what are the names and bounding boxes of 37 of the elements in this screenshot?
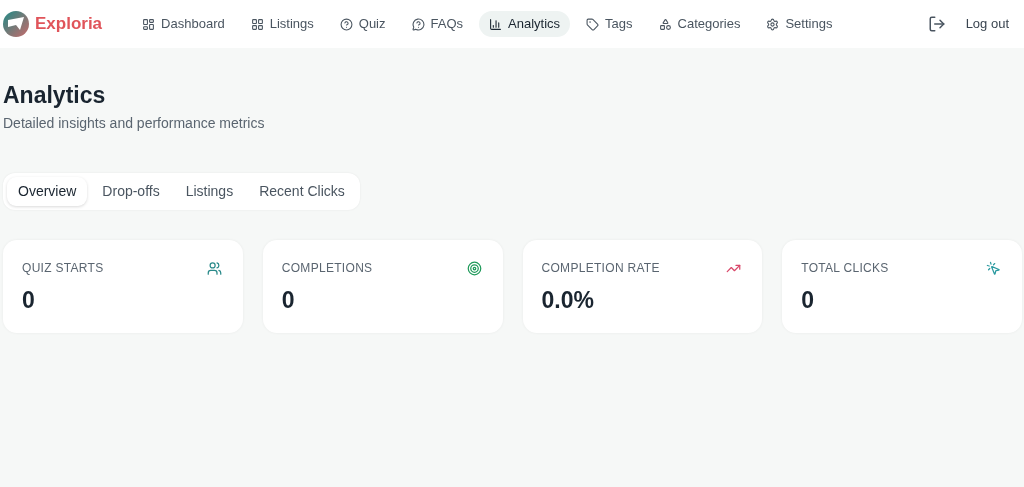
stat-value: 0 <box>801 286 816 315</box>
stat-label: QUIZ STARTS <box>22 260 104 277</box>
stat-label: COMPLETION RATE <box>541 260 660 277</box>
settings-icon <box>766 17 780 31</box>
pointer-click-icon <box>986 260 1001 276</box>
nav-link[interactable]: Analytics <box>479 11 571 37</box>
nav-link[interactable]: Listings <box>240 11 324 37</box>
tab[interactable]: Recent Clicks <box>248 177 356 206</box>
users-icon <box>206 260 222 276</box>
grid-icon <box>250 17 264 31</box>
logout-button[interactable]: Log out <box>959 14 1015 34</box>
stat-value: 0 <box>281 286 296 315</box>
chat-question-icon <box>411 17 425 31</box>
stat-value: 0 <box>22 286 36 315</box>
nav-link[interactable]: Tags <box>576 11 643 37</box>
bar-chart-icon <box>489 17 503 31</box>
nav-link[interactable]: Settings <box>756 11 843 37</box>
tab[interactable]: Overview <box>7 177 88 206</box>
logo-icon <box>3 11 29 37</box>
nav-link[interactable]: Dashboard <box>132 11 235 37</box>
tab[interactable]: Drop-offs <box>91 177 171 206</box>
brand-name[interactable]: Exploria <box>35 11 103 37</box>
logout-icon <box>927 15 946 33</box>
nav-link[interactable]: FAQs <box>401 11 474 37</box>
page-title: Analytics <box>3 81 107 109</box>
shapes-icon <box>658 17 672 31</box>
target-icon <box>466 260 482 276</box>
page-subtitle: Detailed insights and performance metrics <box>3 114 266 133</box>
tag-icon <box>586 17 600 31</box>
nav-link[interactable]: Quiz <box>329 11 396 37</box>
stat-label: COMPLETIONS <box>281 260 373 277</box>
stat-value: 0.0% <box>541 286 595 315</box>
help-icon <box>339 17 353 31</box>
tab[interactable]: Listings <box>174 177 245 206</box>
nav-link[interactable]: Categories <box>648 11 751 37</box>
dashboard-icon <box>142 17 156 31</box>
stat-label: TOTAL CLICKS <box>801 260 889 277</box>
